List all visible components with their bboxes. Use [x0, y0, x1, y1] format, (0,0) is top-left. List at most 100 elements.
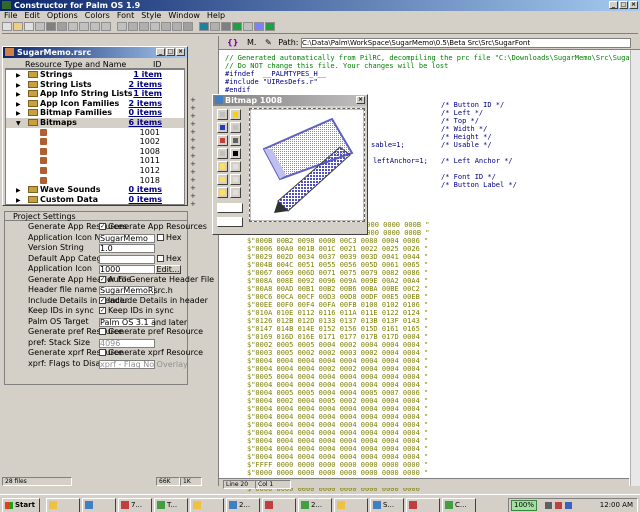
setting-value[interactable]: 1.0 — [99, 244, 155, 253]
bitmap-item[interactable]: 1002 — [6, 137, 184, 147]
taskbar-window-button[interactable]: 2... — [226, 498, 260, 512]
pattern-selector[interactable] — [217, 217, 243, 227]
resource-window[interactable]: SugarMemo.rsrc _ □ × Resource Type and N… — [2, 46, 188, 206]
setting-value[interactable]: Generate xprf Resource — [99, 348, 203, 359]
close-icon[interactable]: × — [629, 1, 638, 9]
bitmap-item[interactable]: 1012 — [6, 166, 184, 176]
menu-style[interactable]: Style — [141, 11, 161, 21]
taskbar-window-button[interactable] — [190, 498, 224, 512]
toolbar-button-icon[interactable] — [2, 22, 12, 31]
taskbar-window-button[interactable] — [46, 498, 80, 512]
resource-group[interactable]: ▶ App Info String Lists 1 item — [6, 89, 184, 99]
expand-plus-icon[interactable]: + — [190, 112, 196, 120]
toolbar-button-icon[interactable] — [46, 22, 56, 31]
toolbar-button-icon[interactable] — [210, 22, 220, 31]
taskbar-window-button[interactable] — [262, 498, 296, 512]
poly-tool-icon[interactable] — [230, 187, 241, 198]
hex-checkbox[interactable]: Hex — [157, 233, 182, 244]
toolbar-button-icon[interactable] — [13, 22, 23, 31]
checkbox[interactable]: ✓ — [99, 307, 106, 314]
fn-menu-icon[interactable]: M. — [247, 38, 256, 47]
eyedropper-tool-icon[interactable] — [230, 135, 241, 146]
minimize-icon[interactable]: _ — [156, 48, 165, 56]
oval-tool-icon[interactable] — [217, 187, 228, 198]
menu-options[interactable]: Options — [47, 11, 78, 21]
toolbar-button-icon[interactable] — [139, 22, 149, 31]
bitmap-editor-window[interactable]: Bitmap 1008 × — [212, 94, 368, 235]
taskbar-window-button[interactable]: 2... — [298, 498, 332, 512]
close-icon[interactable]: × — [176, 48, 185, 56]
toolbar-button-icon[interactable] — [199, 22, 209, 31]
taskbar-window-button[interactable]: S... — [370, 498, 404, 512]
line-width-selector[interactable] — [217, 203, 243, 213]
expand-plus-icon[interactable]: + — [190, 128, 196, 136]
menu-help[interactable]: Help — [207, 11, 225, 21]
tray-icon[interactable] — [565, 502, 572, 509]
expand-plus-icon[interactable]: + — [190, 192, 196, 200]
checkbox[interactable]: ✓ — [99, 275, 106, 283]
tray-icon[interactable] — [545, 502, 552, 509]
toolbar-button-icon[interactable] — [35, 22, 45, 31]
bitmap-canvas[interactable] — [249, 108, 365, 222]
setting-value[interactable]: 1000 — [99, 265, 155, 274]
toolbar-button-icon[interactable] — [101, 22, 111, 31]
expand-plus-icon[interactable]: + — [190, 104, 196, 112]
lock-icon[interactable]: ✎ — [265, 38, 272, 47]
rect-outline-icon[interactable] — [230, 161, 241, 172]
menu-edit[interactable]: Edit — [24, 11, 40, 21]
zoom-indicator[interactable]: 100% — [511, 500, 538, 511]
resource-group[interactable]: ▶ Strings 1 item — [6, 70, 184, 80]
brace-icon[interactable]: {} — [227, 38, 238, 47]
setting-value[interactable]: xprf - Flag No Overlay — [99, 359, 188, 369]
toolbar-button-icon[interactable] — [24, 22, 34, 31]
menu-font[interactable]: Font — [117, 11, 134, 21]
toolbar-button-icon[interactable] — [254, 22, 264, 31]
bitmap-item[interactable]: 1018 — [6, 176, 184, 186]
toolbar-button-icon[interactable] — [161, 22, 171, 31]
expand-plus-icon[interactable]: + — [190, 168, 196, 176]
col-header-type[interactable]: Resource Type and Name — [25, 60, 126, 69]
setting-value[interactable]: ✓ Keep IDs in sync — [99, 306, 174, 317]
eraser-tool-icon[interactable] — [230, 122, 241, 133]
setting-value[interactable]: SugarMemoRsrc.h — [99, 286, 173, 295]
toolbar-button-icon[interactable] — [79, 22, 89, 31]
edit-button[interactable]: Edit... — [155, 265, 181, 274]
expand-plus-icon[interactable]: + — [190, 176, 196, 184]
checkbox[interactable] — [99, 328, 106, 335]
rect-tool-icon[interactable] — [217, 161, 228, 172]
toolbar-button-icon[interactable] — [57, 22, 67, 31]
code-scrollbar[interactable] — [630, 50, 640, 486]
setting-value[interactable]: Palm OS 3.1 and later — [99, 317, 187, 327]
toolbar-button-icon[interactable] — [90, 22, 100, 31]
fill-tool-icon[interactable] — [230, 148, 241, 159]
expand-plus-icon[interactable]: + — [190, 120, 196, 128]
hex-checkbox[interactable]: Hex — [157, 254, 182, 265]
expand-plus-icon[interactable]: + — [190, 144, 196, 152]
taskbar-window-button[interactable]: T... — [154, 498, 188, 512]
brush-tool-icon[interactable] — [217, 135, 228, 146]
expand-arrow-icon[interactable]: ▶ — [16, 196, 21, 204]
rounded-rect-icon[interactable] — [217, 174, 228, 185]
taskbar-window-button[interactable]: C... — [442, 498, 476, 512]
setting-value[interactable]: ✓ Include Details in header — [99, 296, 208, 307]
maximize-icon[interactable]: □ — [619, 1, 628, 9]
taskbar-window-button[interactable] — [406, 498, 440, 512]
toolbar-button-icon[interactable] — [221, 22, 231, 31]
toolbar-button-icon[interactable] — [68, 22, 78, 31]
resource-group[interactable]: ▼ Bitmaps 6 items — [6, 117, 184, 128]
taskbar-window-button[interactable]: 7... — [118, 498, 152, 512]
taskbar-window-button[interactable] — [82, 498, 116, 512]
expand-plus-icon[interactable]: + — [190, 96, 196, 104]
resource-group[interactable]: ▶ Wave Sounds 0 items — [6, 185, 184, 195]
checkbox[interactable] — [157, 254, 164, 262]
minimize-icon[interactable]: _ — [609, 1, 618, 9]
expand-plus-icon[interactable]: + — [190, 200, 196, 208]
toolbar-button-icon[interactable] — [183, 22, 193, 31]
toolbar-button-icon[interactable] — [150, 22, 160, 31]
resource-group[interactable]: ▶ App Icon Families 2 items — [6, 99, 184, 109]
setting-value[interactable]: SugarMemo — [99, 233, 155, 243]
toolbar-button-icon[interactable] — [243, 22, 253, 31]
resource-group[interactable]: ▶ String Lists 2 items — [6, 80, 184, 90]
text-tool-icon[interactable] — [217, 122, 228, 133]
toolbar-button-icon[interactable] — [128, 22, 138, 31]
